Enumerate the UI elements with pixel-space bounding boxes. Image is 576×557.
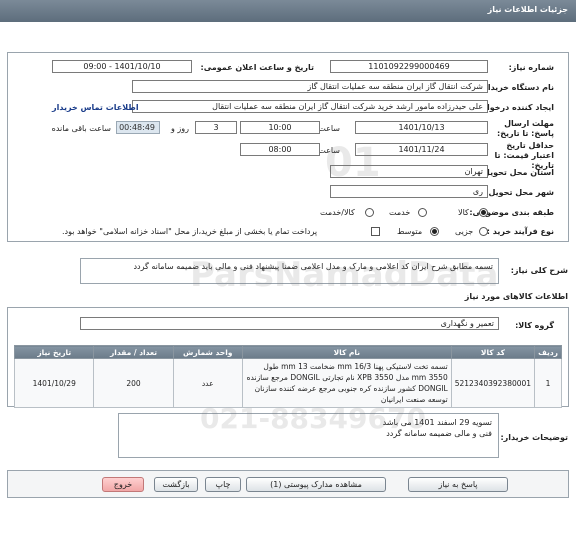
buyer-org-label: نام دستگاه خریدار: <box>480 83 554 92</box>
general-description-box: تسمه مطابق شرح ایران کد اعلامی و مارک و … <box>80 258 499 284</box>
back-button[interactable]: بازگشت <box>154 477 198 492</box>
province-field: تهران <box>330 165 488 178</box>
validity-date-field: 1401/11/24 <box>355 143 488 156</box>
validity-time-field: 08:00 <box>240 143 320 156</box>
creator-field: علی حیدرزاده مامور ارشد خرید شرکت انتقال… <box>132 100 488 113</box>
need-number-field: 1101092299000469 <box>330 60 488 73</box>
buyer-notes-label: توضیحات خریدار: <box>500 433 568 442</box>
purchase-type-radio-medium[interactable] <box>430 227 439 236</box>
row-name-line1: تسمه تخت لاستیکی پهنا 16/3 mm ضخامت 13 m… <box>263 362 448 371</box>
header-bar: جزئیات اطلاعات نیاز <box>0 0 576 22</box>
goods-table-header: ردیف کد کالا نام کالا واحد شمارش تعداد /… <box>13 345 562 359</box>
reply-button[interactable]: پاسخ به نیاز <box>408 477 508 492</box>
table-row: 1 5212340392380001 تسمه تخت لاستیکی پهنا… <box>13 358 562 408</box>
buyer-notes-line2: فنی و مالی ضمیمه سامانه گردد <box>386 429 492 438</box>
validity-label: حداقل تاریخ اعتبار قیمت: تا تاریخ: <box>494 141 554 170</box>
reply-time-field: 10:00 <box>240 121 320 134</box>
col-index: ردیف <box>534 345 562 359</box>
general-description-text: تسمه مطابق شرح ایران کد اعلامی و مارک و … <box>133 262 493 271</box>
remaining-label: ساعت باقی مانده <box>51 124 111 133</box>
city-label: شهر محل تحویل: <box>485 188 554 197</box>
category-option-goods-service: کالا/خدمت <box>320 208 355 217</box>
remaining-days-field: 3 <box>195 121 237 134</box>
goods-table: ردیف کد کالا نام کالا واحد شمارش تعداد /… <box>13 345 562 408</box>
category-radio-service[interactable] <box>418 208 427 217</box>
reply-deadline-label: مهلت ارسال پاسخ: تا تاریخ: <box>497 119 554 138</box>
announce-field: 1401/10/10 - 09:00 <box>52 60 192 73</box>
col-date: تاریخ نیاز <box>13 345 95 359</box>
purchase-type-option-minor: جزیی <box>455 227 474 236</box>
print-button[interactable]: چاپ <box>205 477 241 492</box>
need-number-label: شماره نیاز: <box>508 63 554 72</box>
buyer-notes-line1: تسویه 29 اسفند 1401 می باشد <box>382 418 492 427</box>
buyer-contact-link[interactable]: اطلاعات تماس خریدار <box>52 103 139 112</box>
treasury-payment-note: پرداخت تمام یا بخشی از مبلغ خرید،از محل … <box>62 227 318 236</box>
row-index: 1 <box>534 358 562 408</box>
purchase-type-label: نوع فرآیند خرید : <box>486 227 554 236</box>
exit-button[interactable]: خروج <box>102 477 144 492</box>
buyer-notes-box: تسویه 29 اسفند 1401 می باشد فنی و مالی ض… <box>118 413 499 458</box>
announce-label: تاریخ و ساعت اعلان عمومی: <box>200 63 315 72</box>
col-unit: واحد شمارش <box>172 345 243 359</box>
purchase-type-radio-minor[interactable] <box>479 227 488 236</box>
category-option-goods: کالا <box>458 208 469 217</box>
goods-section-title: اطلاعات کالاهای مورد نیاز <box>464 292 568 301</box>
purchase-type-option-medium: متوسط <box>397 227 423 236</box>
col-name: نام کالا <box>241 345 452 359</box>
reply-date-field: 1401/10/13 <box>355 121 488 134</box>
goods-group-label: گروه کالا: <box>515 321 554 330</box>
general-description-label: شرح کلی نیاز: <box>510 266 568 275</box>
row-name-line4: توسعه صنعت ایرانیان <box>380 395 448 404</box>
row-unit: عدد <box>172 358 243 408</box>
city-field: ری <box>330 185 488 198</box>
category-radio-goods[interactable] <box>479 208 488 217</box>
buyer-org-field: شرکت انتقال گاز ایران منطقه سه عملیات ان… <box>132 80 488 93</box>
attachments-button[interactable]: مشاهده مدارک پیوستی (1) <box>246 477 386 492</box>
row-code: 5212340392380001 <box>450 358 536 408</box>
category-radio-goods-service[interactable] <box>365 208 374 217</box>
province-label: استان محل تحویل: <box>479 168 554 177</box>
row-date: 1401/10/29 <box>13 358 95 408</box>
row-name-line3: DONGIL کشور سازنده کره جنوبی مرجع عرضه ک… <box>254 384 448 393</box>
page: جزئیات اطلاعات نیاز شماره نیاز: 11010922… <box>0 0 576 557</box>
validity-time-label: ساعت <box>318 146 340 155</box>
days-label: روز و <box>171 124 189 133</box>
treasury-payment-checkbox[interactable] <box>371 227 380 236</box>
category-option-service: خدمت <box>389 208 411 217</box>
goods-group-field: تعمیر و نگهداری <box>80 317 499 330</box>
col-quantity: تعداد / مقدار <box>93 345 174 359</box>
remaining-time-field: 00:48:49 <box>116 121 160 134</box>
col-code: کد کالا <box>450 345 536 359</box>
page-title: جزئیات اطلاعات نیاز <box>487 5 568 14</box>
row-quantity: 200 <box>93 358 174 408</box>
reply-time-label: ساعت <box>318 124 340 133</box>
row-name: تسمه تخت لاستیکی پهنا 16/3 mm ضخامت 13 m… <box>241 358 452 408</box>
row-name-line2: 3550 mm مدل XPB 3550 نام تجارتی DONGIL م… <box>246 373 448 382</box>
